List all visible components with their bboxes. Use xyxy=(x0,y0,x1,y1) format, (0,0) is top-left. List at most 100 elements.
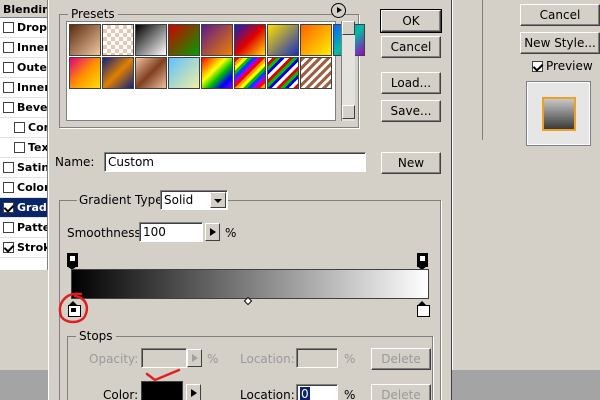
layer-style-checkbox[interactable] xyxy=(14,122,25,133)
ok-button[interactable]: OK xyxy=(380,9,442,33)
gradient-preset-swatch[interactable] xyxy=(234,57,266,89)
layer-style-item-label: Patte xyxy=(17,221,48,234)
scroll-up-button[interactable] xyxy=(342,21,355,35)
annotation-check xyxy=(145,368,181,382)
blending-options-header[interactable]: Blending xyxy=(0,0,47,18)
name-input[interactable]: Custom xyxy=(104,152,366,172)
presets-legend: Presets xyxy=(68,7,118,21)
save-button[interactable]: Save... xyxy=(381,100,441,122)
gradient-bar[interactable] xyxy=(71,269,429,299)
presets-scrollbar[interactable] xyxy=(341,21,355,121)
layer-style-checkbox[interactable] xyxy=(3,102,14,113)
layer-style-item[interactable]: Color xyxy=(0,178,48,198)
preview-checkbox[interactable] xyxy=(532,61,543,72)
layer-style-item[interactable]: Bevel xyxy=(0,98,48,118)
layer-style-item[interactable]: Gradi xyxy=(0,198,48,218)
layer-style-checkbox[interactable] xyxy=(3,242,14,253)
smoothness-unit: % xyxy=(225,226,237,240)
layer-style-checkbox[interactable] xyxy=(3,162,14,173)
layer-style-item[interactable]: Drop xyxy=(0,18,47,38)
layer-style-list: Blending Drop Inner Outer Inner Bevel Con Tex S… xyxy=(0,0,48,270)
scroll-down-button[interactable] xyxy=(342,105,355,119)
layer-style-item[interactable]: Con xyxy=(0,118,47,138)
color-delete-button[interactable]: Delete xyxy=(371,384,431,400)
layer-style-checkbox[interactable] xyxy=(3,22,14,33)
layer-style-item-label: Color xyxy=(17,181,48,194)
opacity-input[interactable] xyxy=(141,348,187,368)
layer-style-cancel-button[interactable]: Cancel xyxy=(520,4,600,26)
gradient-preset-swatch[interactable] xyxy=(300,24,332,56)
layer-style-item-label: Bevel xyxy=(17,101,48,114)
layer-style-checkbox[interactable] xyxy=(3,182,14,193)
layer-style-item[interactable]: Inner xyxy=(0,38,48,58)
layer-style-item[interactable]: Outer xyxy=(0,58,47,78)
layer-style-checkbox[interactable] xyxy=(3,42,14,53)
style-preview-swatch xyxy=(542,97,576,131)
layer-style-item-label: Outer xyxy=(17,61,47,74)
layer-style-right-panel xyxy=(452,0,600,370)
opacity-location-unit: % xyxy=(344,352,356,366)
layer-style-checkbox[interactable] xyxy=(14,142,25,153)
opacity-location-label: Location: xyxy=(240,352,295,366)
layer-style-item-label: Strok xyxy=(17,241,48,254)
opacity-slider-button[interactable] xyxy=(187,349,202,367)
opacity-delete-button[interactable]: Delete xyxy=(371,348,431,370)
opacity-stop-right[interactable] xyxy=(417,253,428,270)
smoothness-slider-button[interactable] xyxy=(205,223,220,241)
new-style-button[interactable]: New Style... xyxy=(520,32,600,54)
new-button[interactable]: New xyxy=(381,152,441,174)
gradient-preset-swatch[interactable] xyxy=(69,57,101,89)
name-label: Name: xyxy=(55,155,95,169)
layer-style-item[interactable]: Satin xyxy=(0,158,47,178)
layer-style-item[interactable]: Inner xyxy=(0,78,48,98)
opacity-stop-left[interactable] xyxy=(67,253,78,270)
gradient-editor-dialog: Presets OK Cancel Load... Save... Name: … xyxy=(48,0,452,400)
layer-style-item[interactable]: Patte xyxy=(0,218,48,238)
color-location-input[interactable]: 0 xyxy=(296,384,338,400)
preset-grid xyxy=(66,21,365,121)
gradient-preset-swatch[interactable] xyxy=(69,24,101,56)
panel-divider xyxy=(453,0,483,140)
layer-style-item-label: Inner xyxy=(17,41,48,54)
layer-style-item-label: Drop xyxy=(17,21,47,34)
gradient-preset-swatch[interactable] xyxy=(234,24,266,56)
layer-style-item-label: Gradi xyxy=(17,201,48,214)
opacity-location-input[interactable] xyxy=(296,348,338,368)
layer-style-item-label: Con xyxy=(28,121,47,134)
gradient-preset-swatch[interactable] xyxy=(267,57,299,89)
color-stop-right[interactable] xyxy=(417,301,430,317)
layer-style-item-label: Tex xyxy=(28,141,48,154)
opacity-label: Opacity: xyxy=(89,352,139,366)
layer-style-item[interactable]: Strok xyxy=(0,238,48,258)
gradient-preset-swatch[interactable] xyxy=(135,57,167,89)
layer-style-item-label: Inner xyxy=(17,81,48,94)
layer-style-checkbox[interactable] xyxy=(3,202,14,213)
layer-style-checkbox[interactable] xyxy=(3,82,14,93)
preview-checkbox-row[interactable]: Preview xyxy=(532,59,593,73)
opacity-unit: % xyxy=(207,352,219,366)
menu-arrow-icon xyxy=(337,7,342,13)
layer-style-checkbox[interactable] xyxy=(3,62,14,73)
gradient-preset-swatch[interactable] xyxy=(300,57,332,89)
stop-color-menu-button[interactable] xyxy=(186,384,201,400)
gradient-preset-swatch[interactable] xyxy=(102,57,134,89)
gradient-preset-swatch[interactable] xyxy=(201,57,233,89)
color-location-label: Location: xyxy=(240,388,295,400)
gradient-preset-swatch[interactable] xyxy=(201,24,233,56)
gradient-type-select[interactable]: Solid xyxy=(160,190,228,210)
presets-menu-button[interactable] xyxy=(331,3,346,18)
load-button[interactable]: Load... xyxy=(381,72,441,94)
layer-style-checkbox[interactable] xyxy=(3,222,14,233)
gradient-preset-swatch[interactable] xyxy=(135,24,167,56)
smoothness-label: Smoothness: xyxy=(67,226,145,240)
layer-style-item[interactable]: Tex xyxy=(0,138,48,158)
gradient-preset-swatch[interactable] xyxy=(267,24,299,56)
gradient-preset-swatch[interactable] xyxy=(168,57,200,89)
smoothness-input[interactable]: 100 xyxy=(139,222,203,242)
cancel-button[interactable]: Cancel xyxy=(381,36,441,58)
color-location-unit: % xyxy=(344,388,356,400)
gradient-preset-swatch[interactable] xyxy=(102,24,134,56)
dropdown-arrow-icon[interactable] xyxy=(210,192,226,208)
gradient-preset-swatch[interactable] xyxy=(168,24,200,56)
gradient-type-value: Solid xyxy=(164,193,194,207)
